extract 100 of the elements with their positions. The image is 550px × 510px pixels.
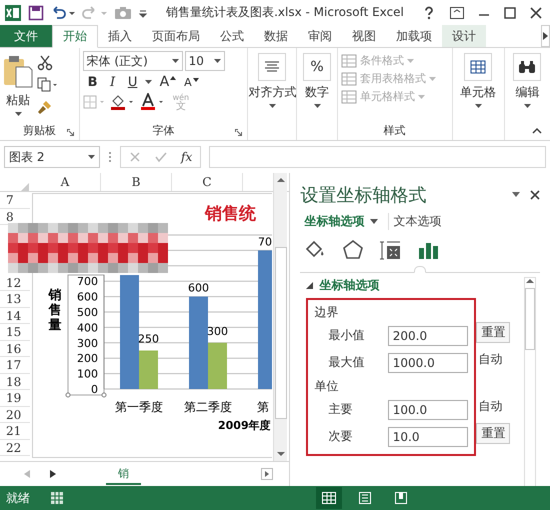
close-icon[interactable] xyxy=(530,6,542,18)
chart-title: 销售统 xyxy=(205,204,256,224)
paintbrush-icon[interactable] xyxy=(37,99,53,115)
paste-button[interactable]: 粘贴 xyxy=(3,51,33,120)
view-button[interactable] xyxy=(316,487,342,509)
section-header[interactable]: 坐标轴选项 xyxy=(306,277,380,294)
ribbon-tab[interactable]: 开始 xyxy=(52,25,98,48)
ribbon-tab[interactable]: 文件 xyxy=(0,25,52,47)
ribbon-tab[interactable]: 加载项 xyxy=(386,25,442,47)
font-name-dropdown[interactable]: 宋体 (正文) xyxy=(82,51,183,71)
caret-icon xyxy=(88,155,95,159)
pane-scrollbar[interactable] xyxy=(524,277,536,486)
size-properties-icon[interactable] xyxy=(380,240,402,260)
ribbon-tab[interactable]: 数据 xyxy=(254,25,298,47)
ribbon-tab[interactable]: 公式 xyxy=(210,25,254,47)
field-label: 最大值 xyxy=(327,354,366,371)
more-dots-icon xyxy=(108,151,112,163)
caret-icon xyxy=(370,219,378,224)
scroll-up-icon[interactable] xyxy=(526,278,534,284)
column-header[interactable]: C xyxy=(172,173,243,191)
ribbon-tab[interactable]: 页面布局 xyxy=(142,25,210,47)
table-format-icon xyxy=(340,90,357,104)
name-box[interactable]: 图表 2 xyxy=(4,146,100,168)
grow-font-button[interactable]: A xyxy=(160,74,176,90)
tab-scroll-button[interactable] xyxy=(541,25,550,47)
row-header[interactable]: 16 xyxy=(0,340,30,356)
bar-chart-icon[interactable] xyxy=(418,240,440,260)
pane-options-icon[interactable] xyxy=(512,192,520,198)
scroll-up-icon[interactable] xyxy=(276,177,285,183)
reset-button[interactable]: 重置 xyxy=(476,423,510,444)
row-header[interactable]: 22 xyxy=(0,440,30,456)
sheet-next-icon[interactable] xyxy=(50,470,56,478)
pane-title: 设置坐标轴格式 xyxy=(300,184,428,207)
caret-icon xyxy=(406,58,414,62)
row-header[interactable]: 19 xyxy=(0,390,30,406)
vertical-scrollbar[interactable] xyxy=(273,173,288,461)
row-header[interactable]: 12 xyxy=(0,274,30,290)
row-header[interactable]: 15 xyxy=(0,324,30,340)
font-size-dropdown[interactable]: 10 xyxy=(184,51,225,71)
macro-record-icon[interactable] xyxy=(50,491,64,505)
input-field[interactable]: 1000.0 xyxy=(388,352,468,372)
italic-button[interactable]: I xyxy=(104,74,121,90)
row-header[interactable]: 7 xyxy=(0,192,30,208)
axis-tick-label: 0 xyxy=(91,383,98,396)
caret-icon xyxy=(474,104,482,108)
auto-label: 自动 xyxy=(477,351,502,368)
maximize-icon[interactable] xyxy=(504,6,516,18)
ribbon-tab[interactable]: 视图 xyxy=(342,25,386,47)
cells-button[interactable]: 单元格 xyxy=(456,51,501,108)
ribbon-tab[interactable]: 设计 xyxy=(442,25,486,47)
column-header[interactable]: A xyxy=(30,173,101,191)
input-field[interactable]: 100.0 xyxy=(388,400,468,420)
row-header[interactable]: 8 xyxy=(0,208,30,224)
alignment-button[interactable]: 对齐方式 xyxy=(251,51,294,108)
collapse-ribbon-icon[interactable] xyxy=(532,127,542,134)
ribbon-display-icon[interactable] xyxy=(450,6,464,18)
help-icon[interactable] xyxy=(422,6,436,20)
scroll-down-icon[interactable] xyxy=(276,451,285,457)
caret-icon xyxy=(543,32,548,40)
insert-function-button[interactable]: fx xyxy=(181,150,192,164)
row-header[interactable]: 20 xyxy=(0,406,30,422)
window-title: 销售量统计表及图表.xlsx - Microsoft Excel xyxy=(165,4,405,21)
row-header[interactable]: 18 xyxy=(0,374,30,390)
input-field[interactable]: 200.0 xyxy=(388,326,468,346)
enter-check-icon[interactable] xyxy=(155,151,167,163)
group-title: 单位 xyxy=(314,378,338,394)
formula-input[interactable] xyxy=(209,146,546,168)
axis-tick-label: 200 xyxy=(77,352,98,366)
row-header[interactable]: 21 xyxy=(0,423,30,439)
bold-button[interactable]: B xyxy=(84,74,101,90)
paint-bucket-icon[interactable] xyxy=(304,240,326,260)
save-icon[interactable] xyxy=(28,4,44,20)
scissors-icon[interactable] xyxy=(37,55,53,71)
input-field[interactable]: 10.0 xyxy=(388,426,468,446)
column-header[interactable]: B xyxy=(101,173,172,191)
underline-button[interactable]: U xyxy=(124,74,141,90)
grid-icon xyxy=(322,492,336,504)
row-header[interactable]: 17 xyxy=(0,357,30,373)
axis-tick-label: 400 xyxy=(77,321,98,334)
ribbon-tab[interactable]: 插入 xyxy=(98,25,142,47)
reset-button[interactable]: 重置 xyxy=(476,322,510,343)
row-header[interactable]: 13 xyxy=(0,291,30,307)
field-label: 次要 xyxy=(327,428,354,445)
ribbon-tab[interactable]: 审阅 xyxy=(298,25,342,47)
axis-selection-frame[interactable] xyxy=(66,274,106,398)
axis-tick-label: 600 xyxy=(77,290,98,304)
shrink-font-button[interactable]: A xyxy=(184,76,199,88)
scroll-right-icon[interactable] xyxy=(261,468,274,480)
caret-icon xyxy=(268,104,276,108)
dialog-launcher-icon[interactable] xyxy=(66,129,74,136)
row-header[interactable]: 14 xyxy=(0,308,30,324)
number-format-button[interactable]: % 数字 xyxy=(300,51,334,108)
pane-tab[interactable]: 坐标轴选项 xyxy=(304,213,378,230)
close-icon[interactable] xyxy=(530,190,540,200)
pentagon-icon[interactable] xyxy=(342,240,364,260)
dialog-launcher-icon[interactable] xyxy=(235,129,242,136)
editing-button[interactable]: 编辑 xyxy=(508,51,547,108)
copy-icon[interactable] xyxy=(37,77,59,93)
axis-tick-label: 500 xyxy=(77,306,98,319)
pane-tab[interactable]: 文本选项 xyxy=(388,213,442,230)
